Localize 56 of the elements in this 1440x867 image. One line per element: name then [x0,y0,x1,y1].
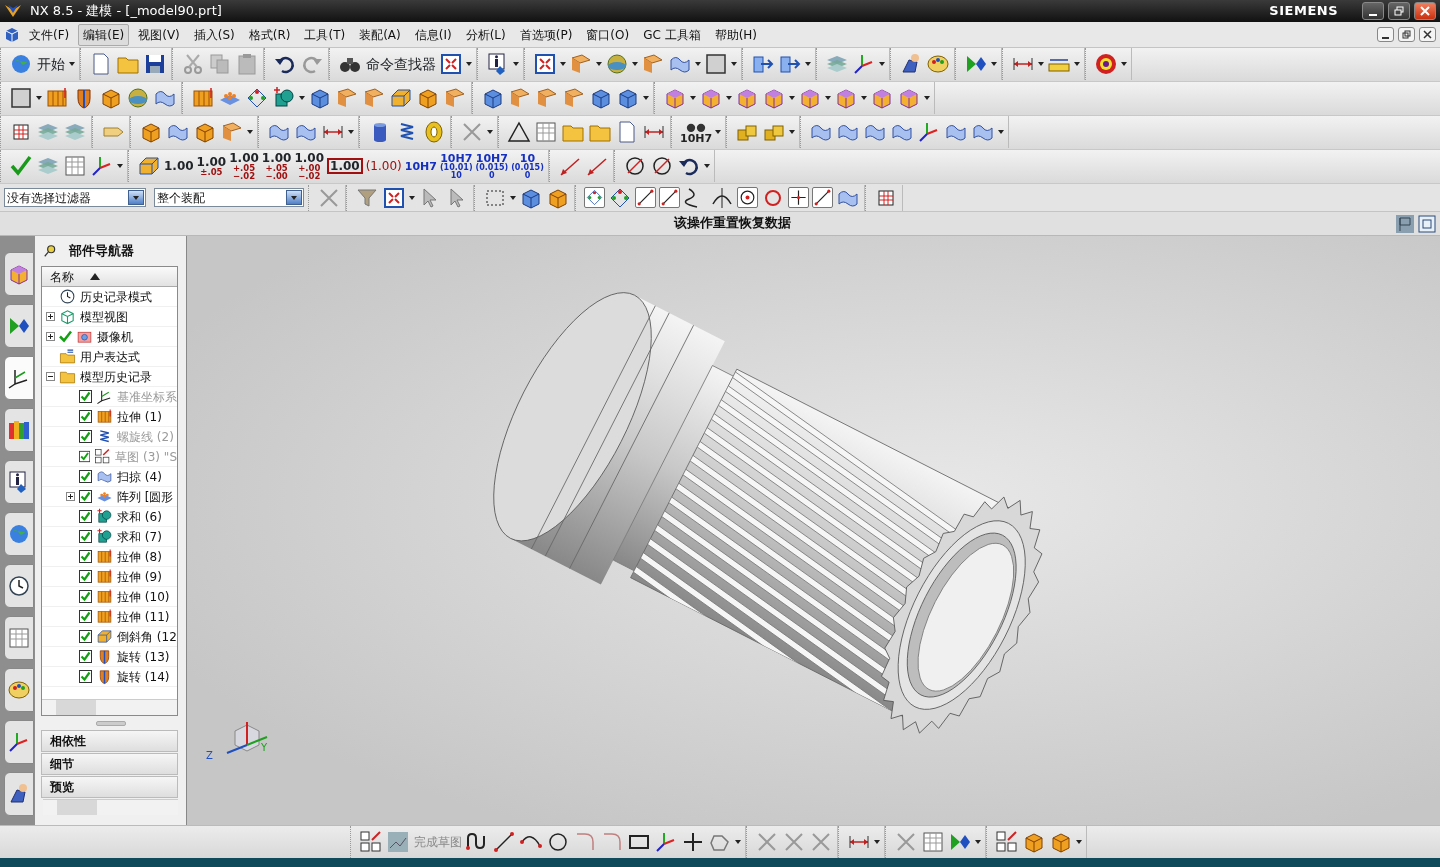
menu-item[interactable]: 帮助(H) [709,23,763,46]
tree-item[interactable]: 拉伸 (10) [117,587,170,606]
dimension-style-button[interactable]: 1.00 [164,160,194,172]
tree-item[interactable]: 摄像机 [97,327,133,346]
tree-item[interactable]: 拉伸 (1) [117,407,162,426]
menu-item[interactable]: 窗口(O) [581,23,635,46]
dimension-style-button[interactable]: 10 (0.015) 0 [511,152,544,180]
menu-item[interactable]: 首选项(P) [514,23,578,46]
tree-item[interactable]: 求和 (7) [117,527,162,546]
fit-finder-button[interactable]: 10H7 [680,120,713,144]
tree-item[interactable]: 旋转 (14) [117,667,170,686]
tree-item[interactable]: 倒斜角 (12 [117,627,177,646]
menu-item[interactable]: GC 工具箱 [638,23,706,46]
brand-name: SIEMENS [1269,2,1338,21]
start-button[interactable]: 开始 [9,52,75,76]
tree-item[interactable]: 用户表达式 [80,347,140,366]
tree-item[interactable]: 拉伸 (11) [117,607,170,626]
command-finder-button[interactable]: 命令查找器 [338,52,436,76]
menu-item[interactable]: 视图(V) [133,23,185,46]
dimension-style-button[interactable]: 1.00 [327,158,363,174]
status-message: 该操作重置恢复数据 [674,214,791,233]
window-title: NX 8.5 - 建模 - [_model90.prt] [30,2,222,21]
tree-item[interactable]: 拉伸 (9) [117,567,162,586]
tree-item[interactable]: 拉伸 (8) [117,547,162,566]
menu-item[interactable]: 格式(R) [243,23,296,46]
tree-item[interactable]: 阵列 [圆形 [117,487,174,506]
panel-header[interactable]: 细节 [41,753,178,775]
navigator-title: 部件导航器 [69,241,134,260]
tree-item[interactable]: 旋转 (13) [117,647,170,666]
dimension-style-button[interactable]: 1.00 ±.05 [196,155,227,177]
tree-item[interactable]: 求和 (6) [117,507,162,526]
dimension-style-button[interactable]: 1.00 +.05 −.00 [261,151,292,181]
menu-item[interactable]: 编辑(E) [78,23,130,46]
tree-item[interactable]: 模型历史记录 [80,367,152,386]
dimension-style-button[interactable]: (1.00) [365,160,402,172]
dropdown-field[interactable]: 没有选择过滤器 [4,188,146,207]
tree-item[interactable]: 历史记录模式 [80,287,152,306]
tree-item[interactable]: 模型视图 [80,307,128,326]
menu-item[interactable]: 分析(L) [460,23,511,46]
tree-item[interactable]: 扫掠 (4) [117,467,162,486]
dropdown-field[interactable]: 整个装配 [154,188,304,207]
column-header[interactable]: 名称 [50,267,74,286]
axis-label: Z [206,749,213,763]
dimension-style-button[interactable]: 10H7 (10.01) 10 [439,152,473,180]
menu-item[interactable]: 插入(S) [188,23,240,46]
dimension-style-button[interactable]: 1.00 +.05 −.02 [229,151,259,181]
panel-header[interactable]: 相依性 [41,730,178,752]
panel-header[interactable]: 预览 [41,776,178,798]
menu-item[interactable]: 装配(A) [354,23,406,46]
menu-item[interactable]: 信息(I) [409,23,457,46]
dimension-style-button[interactable]: 1.00 +.00 −.02 [294,151,325,181]
axis-label: Y [261,741,268,755]
menu-item[interactable]: 文件(F) [24,23,75,46]
dimension-style-button[interactable]: 10H7 [404,160,437,172]
menu-item[interactable]: 工具(T) [299,23,351,46]
dimension-style-button[interactable]: 10H7 (0.015) 0 [475,152,509,180]
